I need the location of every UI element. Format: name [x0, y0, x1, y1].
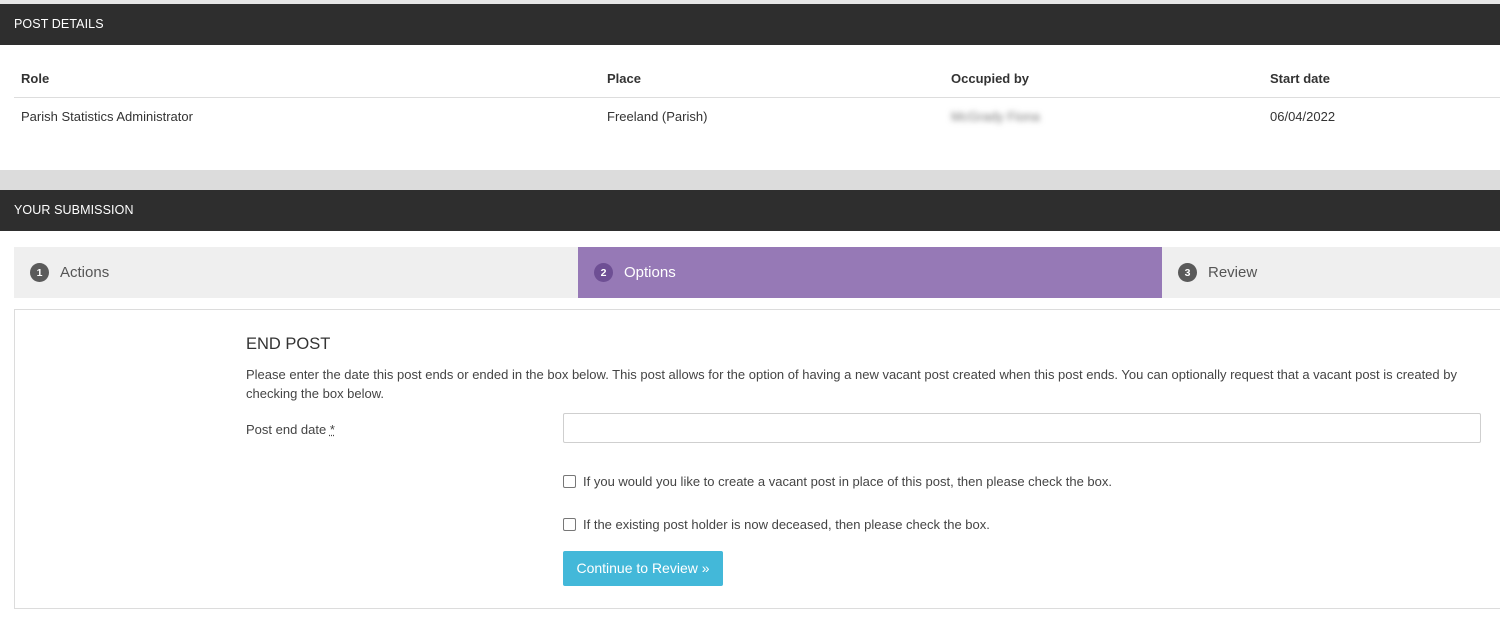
step-label: Review	[1208, 264, 1258, 281]
step-number-badge: 3	[1178, 263, 1197, 282]
cell-start-date: 06/04/2022	[1270, 109, 1336, 124]
vacant-post-checkbox[interactable]	[563, 475, 576, 488]
step-label: Options	[624, 264, 676, 281]
wizard-steps: 1 Actions 2 Options 3 Review	[14, 247, 1500, 298]
column-header-occupied-by: Occupied by	[951, 71, 1030, 86]
column-header-role: Role	[21, 71, 50, 86]
step-options[interactable]: 2 Options	[578, 247, 1162, 298]
submission-header: YOUR SUBMISSION	[0, 190, 1500, 231]
vacant-post-option: If you would you like to create a vacant…	[563, 474, 1112, 489]
step-number-badge: 1	[30, 263, 49, 282]
cell-place: Freeland (Parish)	[607, 109, 708, 124]
deceased-option: If the existing post holder is now decea…	[563, 517, 990, 532]
deceased-checkbox[interactable]	[563, 518, 576, 531]
required-marker: *	[329, 422, 335, 437]
form-title: END POST	[246, 335, 331, 353]
deceased-checkbox-label: If the existing post holder is now decea…	[583, 517, 990, 532]
column-header-place: Place	[607, 71, 641, 86]
cell-occupied-by: McGrady Fiona	[951, 109, 1040, 124]
end-date-label-text: Post end date	[246, 422, 327, 437]
form-description: Please enter the date this post ends or …	[246, 367, 1457, 401]
post-end-date-input[interactable]	[563, 413, 1481, 443]
step-number-badge: 2	[594, 263, 613, 282]
section-divider	[0, 170, 1500, 190]
table-header-divider	[14, 97, 1500, 98]
continue-to-review-button[interactable]: Continue to Review »	[563, 551, 723, 586]
step-label: Actions	[60, 264, 110, 281]
step-review[interactable]: 3 Review	[1162, 247, 1500, 298]
end-date-label: Post end date *	[246, 422, 335, 437]
options-panel	[14, 309, 1500, 609]
cell-role: Parish Statistics Administrator	[21, 109, 193, 124]
post-details-table: Role Place Occupied by Start date Parish…	[0, 45, 1500, 170]
post-details-header: POST DETAILS	[0, 4, 1500, 45]
vacant-post-checkbox-label: If you would you like to create a vacant…	[583, 474, 1112, 489]
step-actions[interactable]: 1 Actions	[14, 247, 578, 298]
column-header-start-date: Start date	[1270, 71, 1330, 86]
